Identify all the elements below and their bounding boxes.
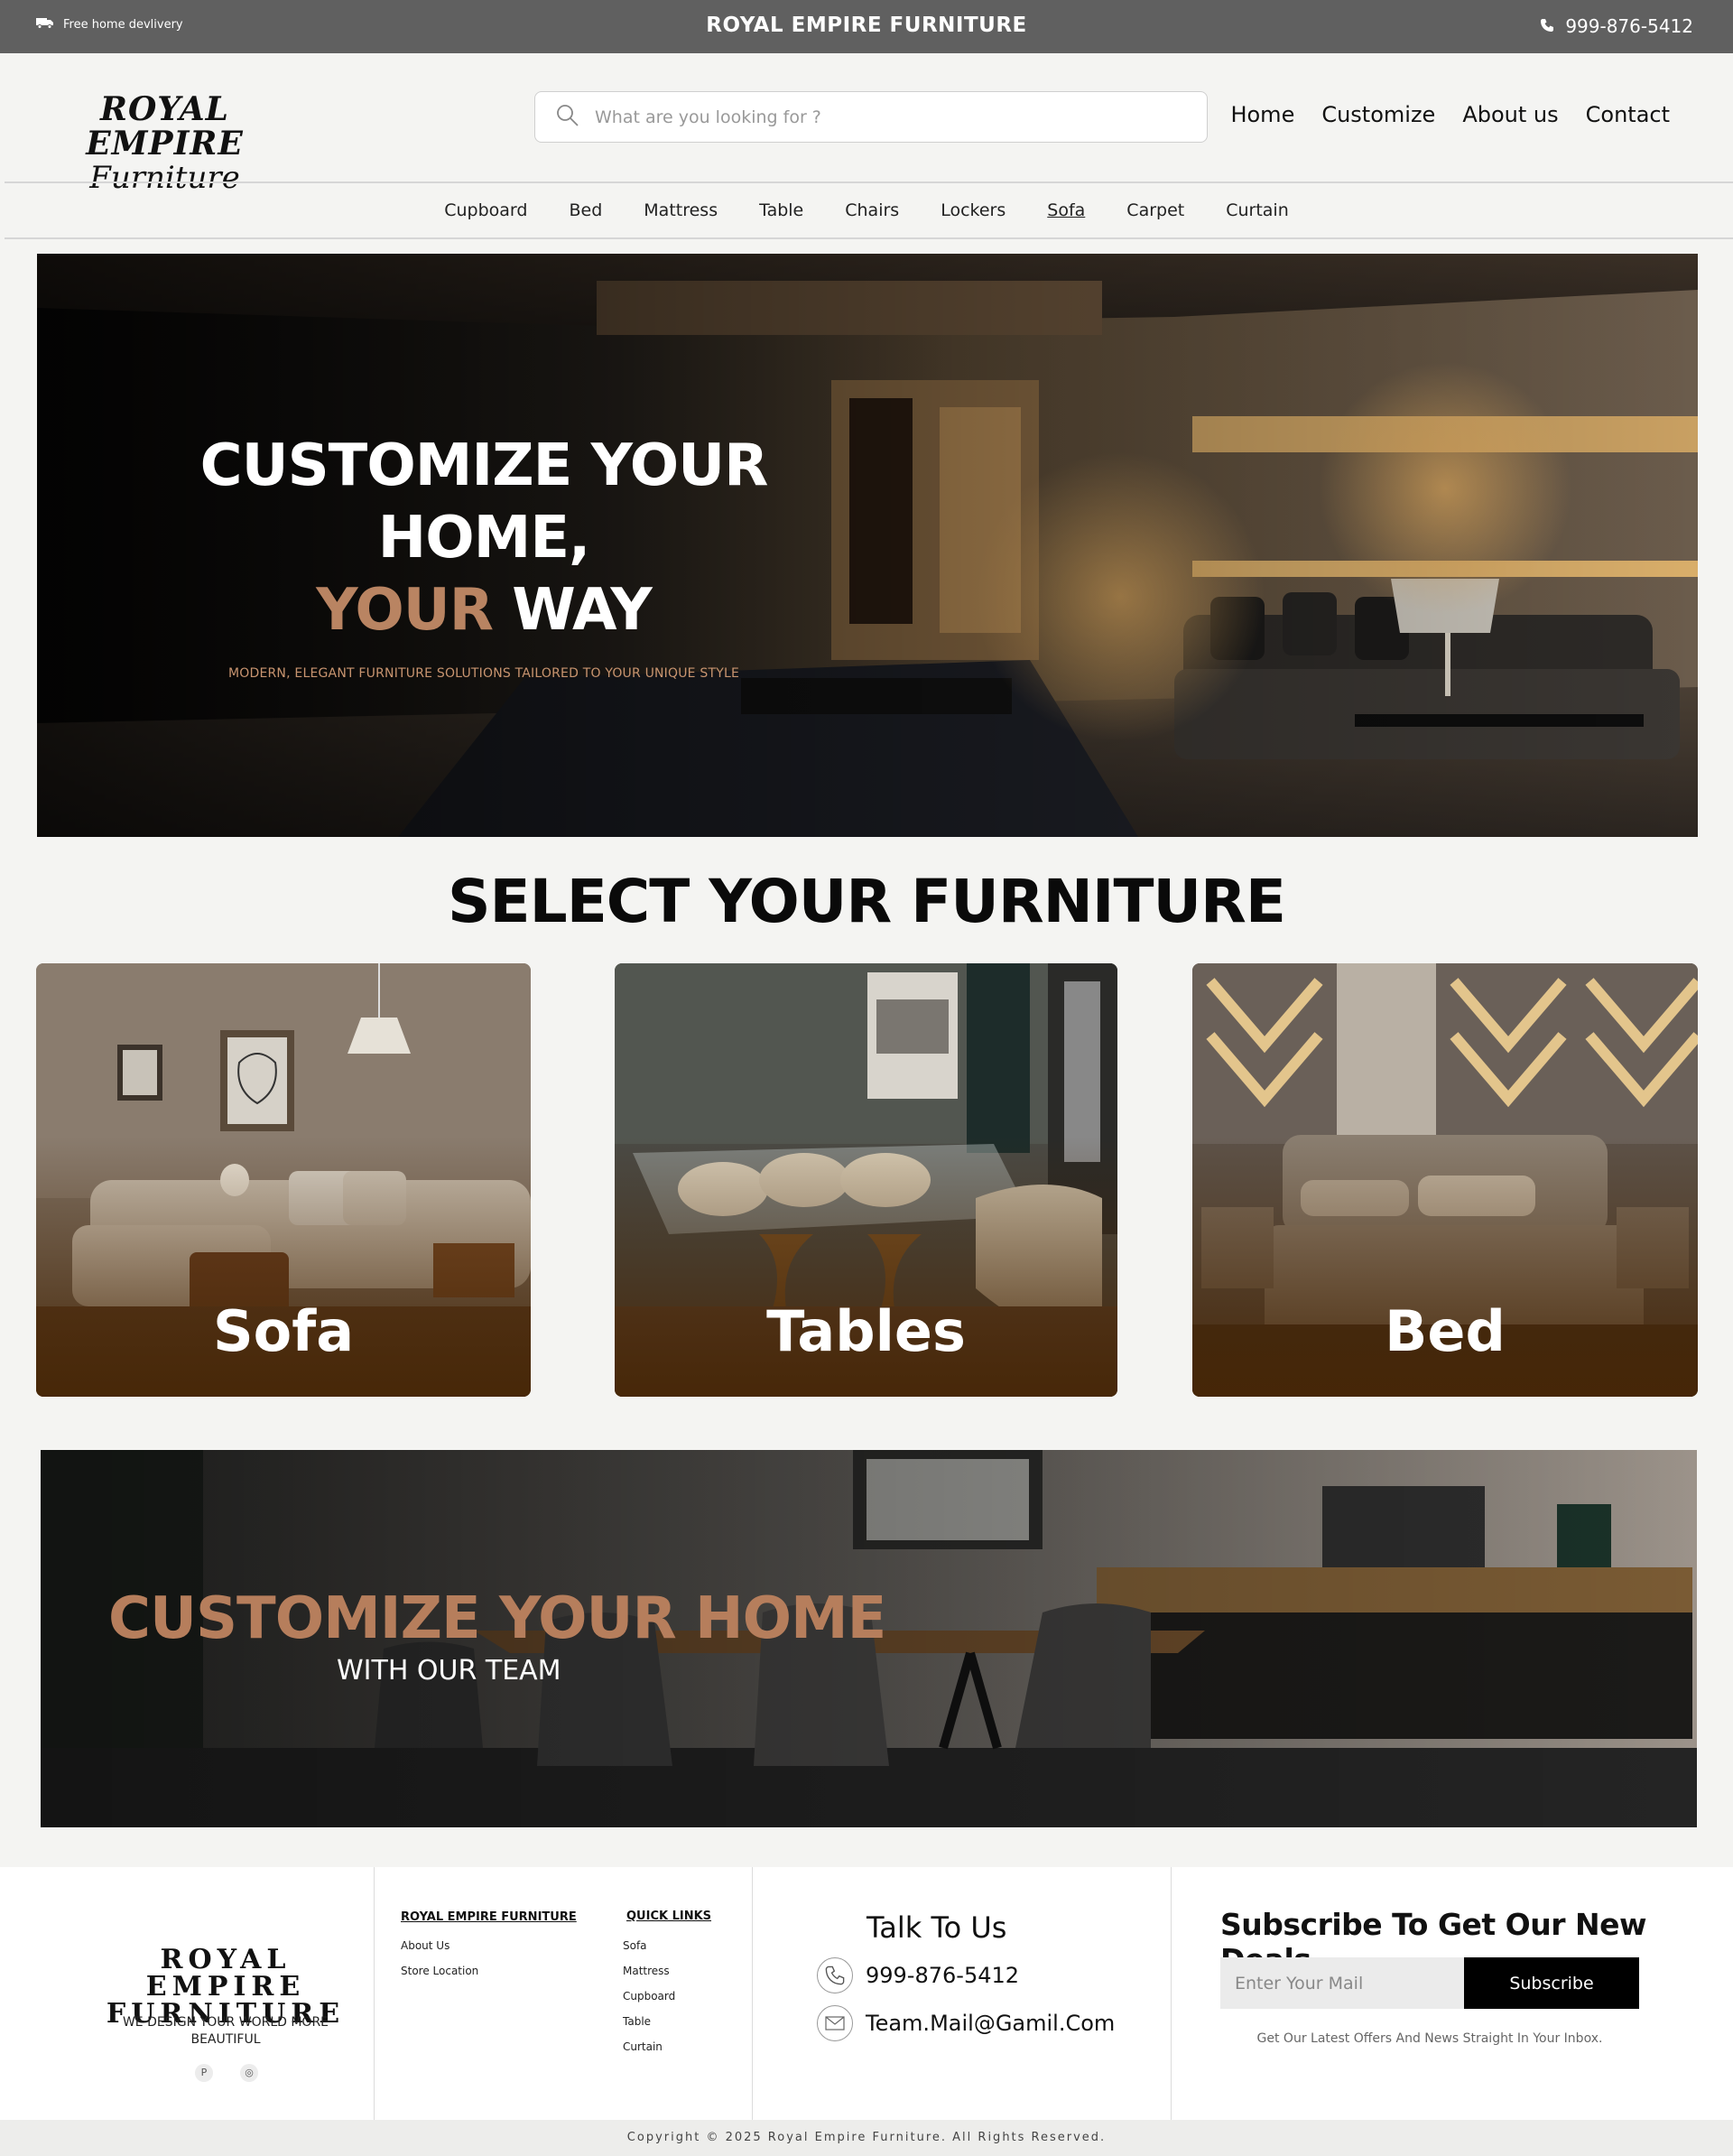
hero-subtitle: MODERN, ELEGANT FURNITURE SOLUTIONS TAIL… <box>227 666 740 681</box>
footer-link-store-location[interactable]: Store Location <box>401 1965 478 1977</box>
banner-subtitle: WITH OUR TEAM <box>337 1655 561 1687</box>
footer-divider <box>374 1867 375 2120</box>
footer-tagline: WE DESIGN YOUR WORLD MORE BEAUTIFUL <box>122 2015 329 2047</box>
footer-col2-heading: QUICK LINKS <box>626 1910 712 1923</box>
hero-title-line-2: YOUR WAY <box>91 574 876 646</box>
footer-link-curtain[interactable]: Curtain <box>623 2040 663 2053</box>
nav-home[interactable]: Home <box>1230 102 1294 127</box>
category-cupboard[interactable]: Cupboard <box>444 200 527 220</box>
footer-link-cupboard[interactable]: Cupboard <box>623 1990 675 2003</box>
subscribe-button[interactable]: Subscribe <box>1464 1957 1639 2009</box>
footer-email[interactable]: Team.Mail@Gamil.Com <box>817 2005 1115 2041</box>
copyright: Copyright © 2025 Royal Empire Furniture.… <box>0 2120 1733 2156</box>
footer-phone-number: 999-876-5412 <box>866 1963 1020 1988</box>
card-label-tables: Tables <box>766 1298 966 1364</box>
logo-line-2: Furniture <box>89 160 240 196</box>
card-label-sofa: Sofa <box>212 1298 355 1364</box>
footer-logo-line-1: ROYAL EMPIRE <box>145 1944 306 2003</box>
footer-link-table[interactable]: Table <box>623 2015 651 2028</box>
search-input[interactable] <box>595 107 1172 127</box>
nav-about-us[interactable]: About us <box>1462 102 1558 127</box>
banner-title: CUSTOMIZE YOUR HOME <box>108 1585 886 1652</box>
nav-customize[interactable]: Customize <box>1321 102 1435 127</box>
category-curtain[interactable]: Curtain <box>1226 200 1289 220</box>
category-bed[interactable]: Bed <box>569 200 602 220</box>
topbar-phone[interactable]: 999-876-5412 <box>1540 15 1693 37</box>
category-chairs[interactable]: Chairs <box>845 200 899 220</box>
category-lockers[interactable]: Lockers <box>941 200 1006 220</box>
category-carpet[interactable]: Carpet <box>1126 200 1184 220</box>
footer-phone[interactable]: 999-876-5412 <box>817 1957 1019 1993</box>
instagram-icon[interactable]: ◎ <box>240 2064 258 2082</box>
category-mattress[interactable]: Mattress <box>644 200 718 220</box>
hero-text: CUSTOMIZE YOUR HOME, YOUR WAY MODERN, EL… <box>91 430 876 681</box>
hero-title-line-1: CUSTOMIZE YOUR HOME, <box>199 432 769 572</box>
search-icon[interactable] <box>555 103 580 132</box>
mail-icon <box>817 2005 853 2041</box>
top-bar: Free home devlivery ROYAL EMPIRE FURNITU… <box>0 0 1733 53</box>
footer-link-about-us[interactable]: About Us <box>401 1939 449 1952</box>
topbar-brand: ROYAL EMPIRE FURNITURE <box>706 14 1027 37</box>
category-card-bed[interactable]: Bed <box>1192 963 1698 1397</box>
phone-icon <box>817 1957 853 1993</box>
category-nav: Cupboard Bed Mattress Table Chairs Locke… <box>0 200 1733 220</box>
customize-banner[interactable]: CUSTOMIZE YOUR HOME WITH OUR TEAM <box>41 1450 1697 1827</box>
main-nav: Home Customize About us Contact <box>1230 102 1670 127</box>
divider <box>5 181 1733 183</box>
select-furniture-title: SELECT YOUR FURNITURE <box>448 867 1286 936</box>
category-card-tables[interactable]: Tables <box>615 963 1117 1397</box>
footer: ROYAL EMPIRE FURNITURE WE DESIGN YOUR WO… <box>0 1867 1733 2120</box>
footer-divider <box>752 1867 753 2120</box>
subscribe-note: Get Our Latest Offers And News Straight … <box>1256 2031 1603 2046</box>
footer-col1-heading: ROYAL EMPIRE FURNITURE <box>401 1910 577 1924</box>
talk-to-us-title: Talk To Us <box>866 1910 1007 1945</box>
phone-icon <box>1540 15 1554 37</box>
pinterest-icon[interactable]: P <box>195 2064 213 2082</box>
hero-title-rest: WAY <box>512 577 652 644</box>
footer-link-sofa[interactable]: Sofa <box>623 1939 647 1952</box>
footer-divider <box>1171 1867 1172 2120</box>
nav-contact[interactable]: Contact <box>1586 102 1670 127</box>
search-bar[interactable] <box>534 91 1208 143</box>
site-logo[interactable]: ROYAL EMPIRE Furniture <box>36 92 293 195</box>
logo-line-1: ROYAL EMPIRE <box>86 90 244 163</box>
topbar-phone-number: 999-876-5412 <box>1565 15 1693 37</box>
category-sofa[interactable]: Sofa <box>1047 200 1085 220</box>
hero-title-accent: YOUR <box>316 577 494 644</box>
footer-link-mattress[interactable]: Mattress <box>623 1965 670 1977</box>
divider <box>5 237 1733 239</box>
footer-email-address: Team.Mail@Gamil.Com <box>866 2011 1116 2036</box>
card-label-bed: Bed <box>1385 1298 1506 1364</box>
category-table[interactable]: Table <box>759 200 803 220</box>
category-card-sofa[interactable]: Sofa <box>36 963 531 1397</box>
subscribe-email-input[interactable] <box>1220 1957 1464 2009</box>
hero-banner: CUSTOMIZE YOUR HOME, YOUR WAY MODERN, EL… <box>37 254 1698 837</box>
